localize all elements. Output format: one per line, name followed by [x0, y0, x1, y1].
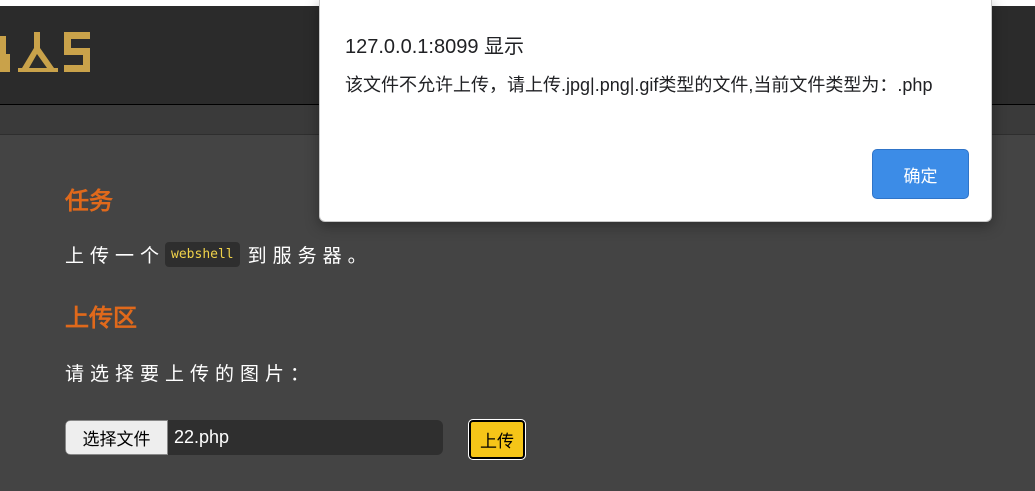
app-logo[interactable] — [0, 28, 95, 82]
task-description: 上传一个 webshell 到服务器。 — [65, 241, 373, 268]
file-input[interactable]: 选择文件 22.php — [65, 420, 443, 455]
dialog-origin: 127.0.0.1:8099 显示 — [345, 36, 525, 58]
dialog-ok-button[interactable]: 确定 — [872, 149, 969, 199]
upload-heading: 上传区 — [65, 304, 137, 332]
alert-dialog: 127.0.0.1:8099 显示 该文件不允许上传，请上传.jpg|.png|… — [319, 0, 992, 222]
choose-file-button[interactable]: 选择文件 — [65, 420, 168, 455]
dialog-message: 该文件不允许上传，请上传.jpg|.png|.gif类型的文件,当前文件类型为：… — [345, 75, 933, 95]
task-heading: 任务 — [65, 187, 113, 215]
page: 任务 上传一个 webshell 到服务器。 上传区 请选择要上传的图片： 选择… — [0, 0, 1035, 491]
task-text-before: 上传一个 — [65, 245, 166, 267]
logo-icon — [0, 32, 90, 72]
upload-prompt: 请选择要上传的图片： — [65, 363, 316, 385]
webshell-code: webshell — [165, 242, 240, 267]
upload-button[interactable]: 上传 — [468, 419, 526, 460]
selected-file-name: 22.php — [174, 427, 230, 447]
task-text-after: 到服务器。 — [247, 245, 373, 267]
